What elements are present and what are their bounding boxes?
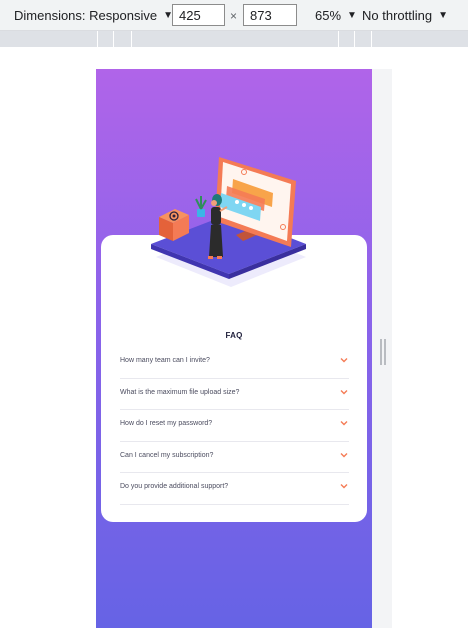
resize-handle[interactable]: [380, 339, 386, 365]
dimensions-dropdown[interactable]: Dimensions: Responsive ▼: [14, 8, 173, 23]
devtools-device-toolbar: Dimensions: Responsive ▼ 425 × 873 65% ▼…: [0, 0, 468, 31]
chat-dot: [242, 203, 246, 207]
times-sign: ×: [230, 9, 238, 23]
chevron-down-icon[interactable]: [339, 481, 349, 491]
chat-dot: [235, 200, 239, 204]
faq-question: How many team can I invite?: [120, 357, 210, 364]
dimensions-label: Dimensions: Responsive: [14, 8, 158, 23]
ruler-divider: [371, 31, 372, 47]
faq-item[interactable]: How do I reset my password?: [120, 410, 349, 442]
woman-face: [211, 200, 217, 206]
dropdown-caret-icon: ▼: [347, 10, 357, 21]
faq-item[interactable]: Do you provide additional support?: [120, 473, 349, 505]
chat-dot: [249, 206, 253, 210]
faq-question: Do you provide additional support?: [120, 483, 229, 490]
woman-shoe: [217, 256, 222, 259]
chevron-down-icon[interactable]: [339, 387, 349, 397]
plant-pot: [197, 209, 205, 217]
throttling-label: No throttling: [362, 8, 433, 23]
device-viewport: FAQ How many team can I invite? What is …: [96, 69, 372, 628]
plant-leaves: [195, 196, 207, 210]
faq-item[interactable]: Can I cancel my subscription?: [120, 442, 349, 473]
ruler-divider: [113, 31, 114, 47]
faq-item[interactable]: How many team can I invite?: [120, 347, 349, 379]
chevron-down-icon[interactable]: [339, 418, 349, 428]
ruler-divider: [338, 31, 339, 47]
woman-body: [211, 207, 221, 225]
dropdown-caret-icon: ▼: [438, 10, 448, 21]
faq-illustration: [151, 157, 306, 287]
ruler-divider: [97, 31, 98, 47]
faq-question: How do I reset my password?: [120, 420, 213, 427]
ruler-divider: [131, 31, 132, 47]
ruler-divider: [354, 31, 355, 47]
faq-question: Can I cancel my subscription?: [120, 451, 214, 459]
zoom-dropdown[interactable]: 65% ▼: [315, 8, 357, 23]
chevron-down-icon[interactable]: [339, 355, 349, 365]
faq-title: FAQ: [225, 331, 243, 340]
media-query-ruler[interactable]: [0, 31, 468, 47]
chevron-down-icon[interactable]: [339, 450, 349, 460]
faq-list: How many team can I invite? What is the …: [120, 347, 349, 505]
emulation-stage: FAQ How many team can I invite? What is …: [0, 47, 468, 628]
woman-shoe: [208, 256, 213, 259]
width-input[interactable]: 425: [172, 4, 225, 26]
faq-question: What is the maximum file upload size?: [120, 388, 240, 396]
faq-item[interactable]: What is the maximum file upload size?: [120, 379, 349, 410]
throttling-dropdown[interactable]: No throttling ▼: [362, 8, 448, 23]
height-input[interactable]: 873: [243, 4, 297, 26]
zoom-label: 65%: [315, 8, 342, 23]
woman-legs: [209, 225, 223, 257]
